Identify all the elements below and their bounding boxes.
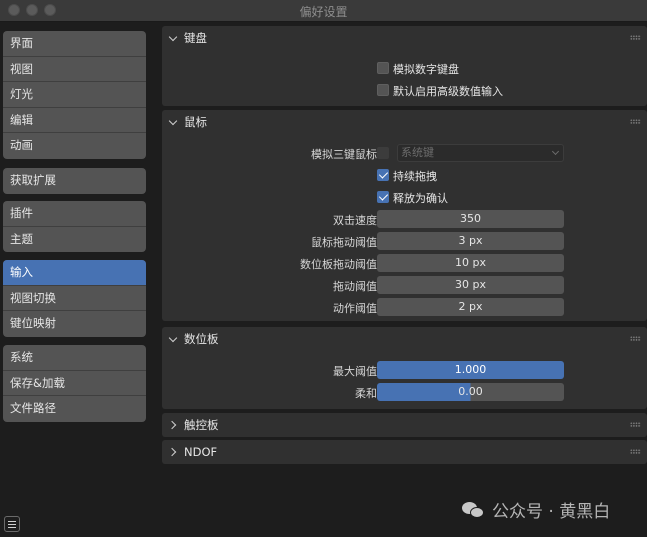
motion-threshold-field[interactable]: 2 px: [377, 298, 564, 316]
panel-mouse-header[interactable]: 鼠标: [162, 110, 647, 134]
panel-ndof-header[interactable]: NDOF: [162, 440, 647, 464]
sidebar-group-input: 输入 视图切换 键位映射: [3, 260, 146, 337]
sidebar: 界面 视图 灯光 编辑 动画 获取扩展 插件 主题 输入 视图切换 键位映射 系…: [0, 22, 150, 537]
double-click-speed-field[interactable]: 350: [377, 210, 564, 228]
continuous-drag-checkbox[interactable]: [377, 169, 389, 181]
chevron-down-icon: [168, 116, 178, 126]
max-threshold-slider[interactable]: 1.000: [377, 361, 564, 379]
panel-ndof: NDOF: [162, 440, 647, 464]
double-click-speed-label: 双击速度: [333, 214, 377, 227]
watermark: 公众号 · 黄黑白: [462, 497, 610, 522]
panel-mouse: 鼠标 模拟三键鼠标 系统键 持续拖拽 释放为确认 双击速度 350 鼠标拖动阈值…: [162, 110, 647, 321]
drag-threshold-row: 拖动阈值 30 px: [162, 276, 647, 294]
panel-touchpad: 触控板: [162, 413, 647, 437]
sidebar-item-get-extensions[interactable]: 获取扩展: [3, 168, 146, 194]
panel-touchpad-header[interactable]: 触控板: [162, 413, 647, 437]
emulate-3-button-modifier-value: 系统键: [401, 146, 434, 159]
sidebar-group-general: 界面 视图 灯光 编辑 动画: [3, 31, 146, 159]
sidebar-item-editing[interactable]: 编辑: [3, 108, 146, 133]
sidebar-group-extensions: 获取扩展: [3, 168, 146, 194]
emulate-3-button-label: 模拟三键鼠标: [311, 148, 377, 161]
emulate-numpad-label: 模拟数字键盘: [393, 63, 459, 76]
title-bar: 偏好设置: [0, 0, 647, 22]
chevron-right-icon: [167, 420, 177, 430]
chevron-down-icon: [551, 147, 560, 156]
emulate-3-button-checkbox[interactable]: [377, 147, 389, 159]
advanced-numeric-input-label: 默认启用高级数值输入: [393, 85, 503, 98]
drag-threshold-field[interactable]: 30 px: [377, 276, 564, 294]
mouse-drag-threshold-label: 鼠标拖动阈值: [311, 236, 377, 249]
sidebar-item-themes[interactable]: 主题: [3, 227, 146, 253]
panel-keyboard: 键盘 模拟数字键盘 默认启用高级数值输入: [162, 26, 647, 106]
double-click-speed-row: 双击速度 350: [162, 210, 647, 228]
sidebar-group-system: 系统 保存&加载 文件路径: [3, 345, 146, 422]
release-confirm-label: 释放为确认: [393, 192, 448, 205]
panel-tablet: 数位板 最大阈值 1.000 柔和 0.00: [162, 327, 647, 409]
mouse-drag-threshold-field[interactable]: 3 px: [377, 232, 564, 250]
release-confirm-checkbox[interactable]: [377, 191, 389, 203]
sidebar-item-animation[interactable]: 动画: [3, 133, 146, 159]
drag-handle-icon[interactable]: [630, 422, 641, 427]
softness-slider[interactable]: 0.00: [377, 383, 564, 401]
panel-tablet-header[interactable]: 数位板: [162, 327, 647, 351]
window-title: 偏好设置: [299, 5, 348, 19]
softness-label: 柔和: [355, 387, 377, 400]
tablet-drag-threshold-row: 数位板拖动阈值 10 px: [162, 254, 647, 272]
emulate-numpad-checkbox[interactable]: [377, 62, 389, 74]
tablet-drag-threshold-field[interactable]: 10 px: [377, 254, 564, 272]
chevron-down-icon: [168, 333, 178, 343]
chevron-right-icon: [167, 447, 177, 457]
tablet-drag-threshold-label: 数位板拖动阈值: [300, 258, 377, 271]
sidebar-item-input[interactable]: 输入: [3, 260, 146, 286]
sidebar-item-navigation[interactable]: 视图切换: [3, 286, 146, 311]
sidebar-item-system[interactable]: 系统: [3, 345, 146, 371]
panel-mouse-title: 鼠标: [184, 115, 207, 129]
panel-touchpad-title: 触控板: [184, 418, 219, 432]
panel-keyboard-title: 键盘: [184, 31, 207, 45]
sidebar-item-lights[interactable]: 灯光: [3, 82, 146, 108]
drag-handle-icon[interactable]: [630, 449, 641, 454]
max-threshold-label: 最大阈值: [333, 365, 377, 378]
motion-threshold-row: 动作阈值 2 px: [162, 298, 647, 316]
drag-handle-icon[interactable]: [630, 119, 641, 124]
sidebar-item-file-paths[interactable]: 文件路径: [3, 396, 146, 422]
emulate-3-button-row: 模拟三键鼠标 系统键: [162, 144, 647, 162]
emulate-3-button-modifier-select[interactable]: 系统键: [397, 144, 564, 162]
continuous-drag-label: 持续拖拽: [393, 170, 437, 183]
hamburger-menu-icon[interactable]: [4, 516, 20, 532]
sidebar-item-save-load[interactable]: 保存&加载: [3, 371, 146, 396]
sidebar-item-viewport[interactable]: 视图: [3, 57, 146, 82]
panel-keyboard-header[interactable]: 键盘: [162, 26, 647, 50]
sidebar-item-keymap[interactable]: 键位映射: [3, 311, 146, 337]
drag-threshold-label: 拖动阈值: [333, 280, 377, 293]
advanced-numeric-input-checkbox[interactable]: [377, 84, 389, 96]
sidebar-group-addons: 插件 主题: [3, 201, 146, 252]
main-content: 键盘 模拟数字键盘 默认启用高级数值输入 鼠标 模拟三键鼠标 系统键 持续拖拽 …: [150, 22, 647, 537]
softness-row: 柔和 0.00: [162, 383, 647, 401]
panel-tablet-title: 数位板: [184, 332, 219, 346]
drag-handle-icon[interactable]: [630, 336, 641, 341]
drag-handle-icon[interactable]: [630, 35, 641, 40]
wechat-logo-icon: [462, 500, 486, 520]
chevron-down-icon: [168, 32, 178, 42]
panel-ndof-title: NDOF: [184, 445, 218, 459]
watermark-text: 公众号 · 黄黑白: [492, 502, 611, 522]
sidebar-item-interface[interactable]: 界面: [3, 31, 146, 57]
sidebar-item-addons[interactable]: 插件: [3, 201, 146, 227]
motion-threshold-label: 动作阈值: [333, 302, 377, 315]
mouse-drag-threshold-row: 鼠标拖动阈值 3 px: [162, 232, 647, 250]
max-threshold-row: 最大阈值 1.000: [162, 361, 647, 379]
